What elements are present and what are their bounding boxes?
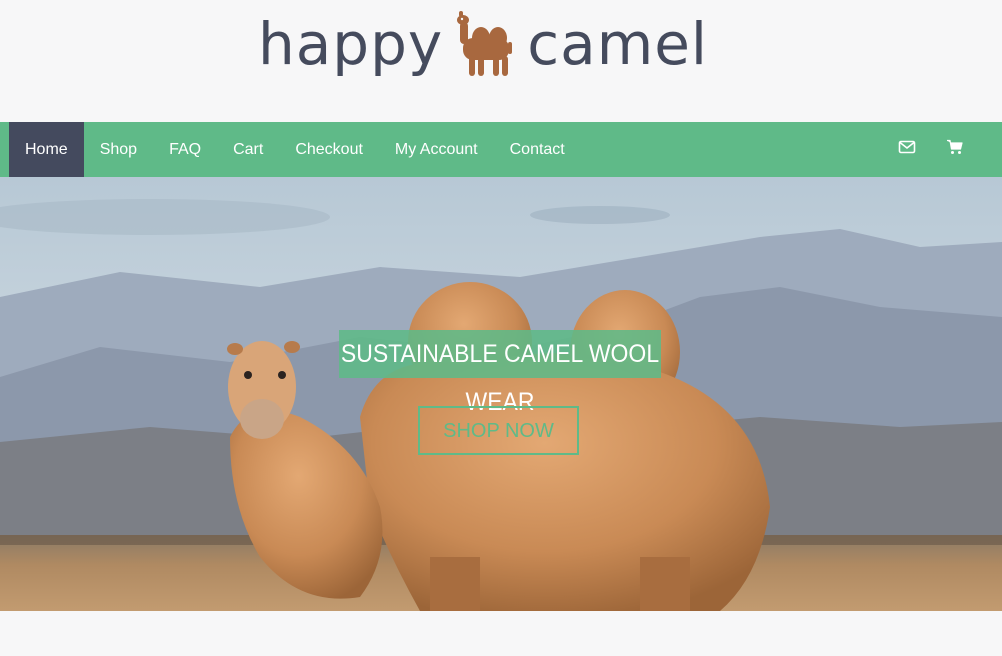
nav-item-shop[interactable]: Shop <box>84 122 153 177</box>
logo-word-happy: happy <box>258 10 444 78</box>
nav-item-cart[interactable]: Cart <box>217 122 279 177</box>
shop-now-button[interactable]: SHOP NOW <box>418 406 579 455</box>
nav-item-my-account[interactable]: My Account <box>379 122 494 177</box>
nav-menu: Home Shop FAQ Cart Checkout My Account C… <box>9 122 581 177</box>
camel-icon <box>457 11 513 76</box>
nav-icons <box>898 122 964 177</box>
nav-item-faq[interactable]: FAQ <box>153 122 217 177</box>
nav-item-home[interactable]: Home <box>9 122 84 177</box>
site-logo[interactable]: happy camel <box>258 4 708 84</box>
main-navigation: Home Shop FAQ Cart Checkout My Account C… <box>0 122 1002 177</box>
hero-section: SUSTAINABLE CAMEL WOOL WEAR SHOP NOW <box>0 177 1002 611</box>
cart-icon[interactable] <box>946 138 964 156</box>
nav-item-checkout[interactable]: Checkout <box>279 122 379 177</box>
nav-item-contact[interactable]: Contact <box>494 122 581 177</box>
site-header: happy camel <box>0 0 1002 122</box>
logo-word-camel: camel <box>527 10 708 78</box>
envelope-icon[interactable] <box>898 138 916 156</box>
hero-headline: SUSTAINABLE CAMEL WOOL WEAR <box>339 330 661 416</box>
